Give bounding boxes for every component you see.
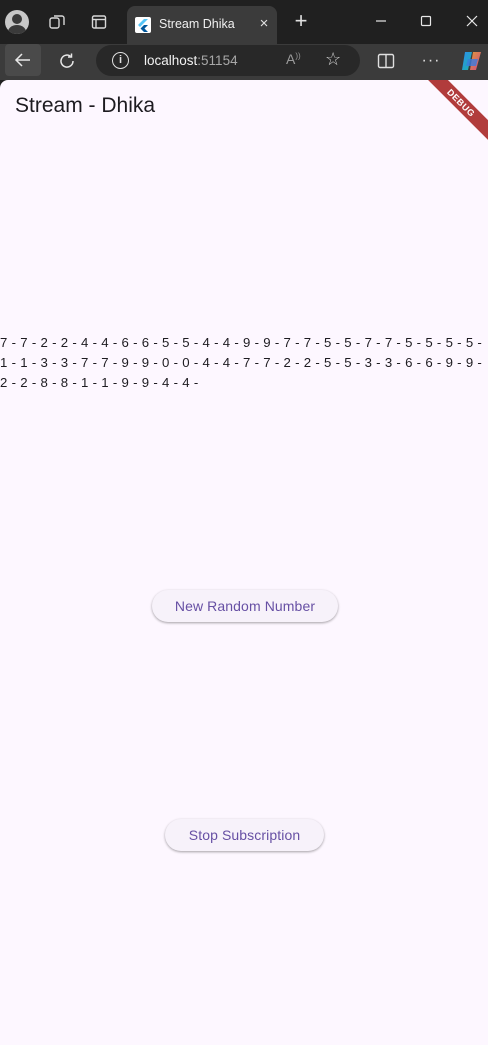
reload-button[interactable] <box>52 46 82 76</box>
stop-subscription-button[interactable]: Stop Subscription <box>165 819 324 851</box>
back-arrow-icon <box>14 53 30 67</box>
reload-icon <box>60 53 74 68</box>
workspaces-button[interactable] <box>44 9 70 35</box>
more-icon[interactable]: ··· <box>418 48 444 74</box>
browser-toolbar: i localhost:51154 A)) ☆ ··· <box>0 44 488 80</box>
info-icon[interactable]: i <box>112 52 129 69</box>
page-viewport: Stream - Dhika DEBUG 7 - 7 - 2 - 2 - 4 -… <box>0 80 488 1045</box>
profile-button[interactable] <box>4 9 30 35</box>
read-aloud-icon[interactable]: A)) <box>286 51 301 67</box>
back-button[interactable] <box>5 44 41 76</box>
flutter-favicon <box>135 17 151 33</box>
app-bar-title: Stream - Dhika <box>15 94 156 117</box>
minimize-icon[interactable] <box>366 8 396 34</box>
window-close-icon[interactable] <box>457 8 487 34</box>
maximize-icon[interactable] <box>411 8 441 34</box>
browser-title-bar: Stream Dhika × + <box>0 0 488 44</box>
debug-banner: DEBUG <box>417 80 488 147</box>
tab-title: Stream Dhika <box>159 17 235 31</box>
tab-actions-button[interactable] <box>86 9 112 35</box>
workspaces-icon <box>49 15 65 29</box>
copilot-icon[interactable] <box>459 48 485 74</box>
address-bar[interactable]: i localhost:51154 A)) ☆ <box>96 45 360 76</box>
stream-values-text: 7 - 7 - 2 - 2 - 4 - 4 - 6 - 6 - 5 - 5 - … <box>0 335 483 390</box>
plus-icon[interactable]: + <box>288 9 314 35</box>
url-text[interactable]: localhost:51154 <box>144 53 238 68</box>
active-tab[interactable]: Stream Dhika × <box>127 6 277 44</box>
profile-icon <box>5 10 29 34</box>
new-random-number-button[interactable]: New Random Number <box>152 590 338 622</box>
close-icon[interactable]: × <box>255 15 273 33</box>
split-screen-icon[interactable] <box>373 48 399 74</box>
favorite-star-icon[interactable]: ☆ <box>325 49 341 70</box>
tab-actions-icon <box>91 15 107 29</box>
